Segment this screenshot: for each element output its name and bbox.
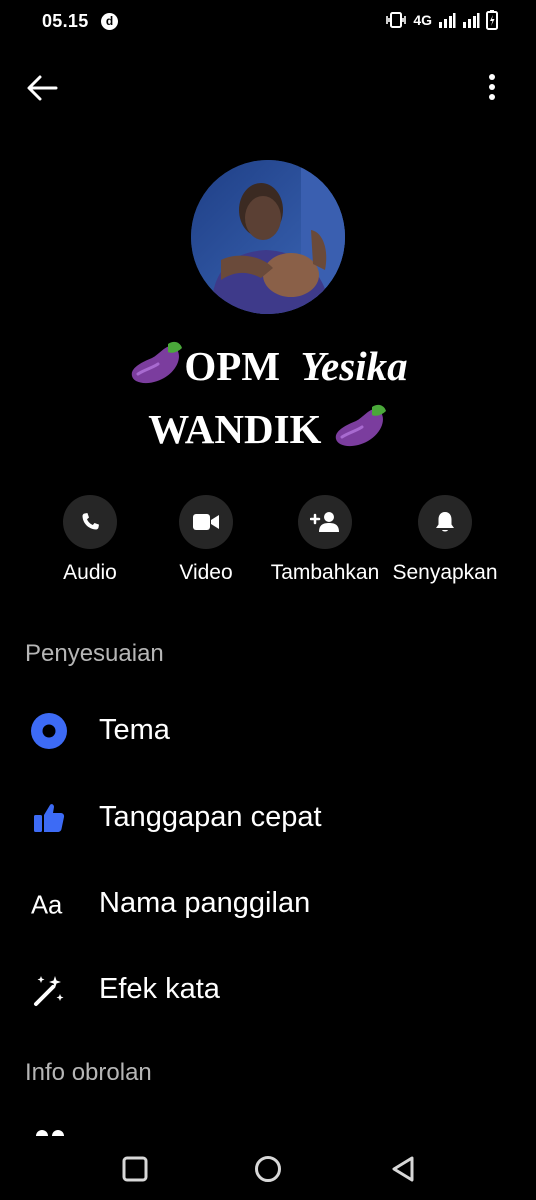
- video-camera-icon: [193, 514, 219, 530]
- video-label: Video: [179, 561, 233, 584]
- name-part-yesika: Yesika: [300, 343, 408, 389]
- menu-label-quick-reaction: Tanggapan cepat: [99, 801, 322, 833]
- triangle-back-icon: [392, 1156, 414, 1182]
- eggplant-emoji-icon: [128, 340, 184, 386]
- top-bar: [0, 58, 536, 118]
- svg-text:Aa: Aa: [31, 892, 63, 920]
- recent-apps-button[interactable]: [118, 1152, 152, 1186]
- back-button[interactable]: [24, 70, 64, 106]
- menu-item-theme[interactable]: Tema: [0, 698, 536, 762]
- add-people-circle[interactable]: [298, 495, 352, 549]
- section-title-chat-info: Info obrolan: [25, 1059, 152, 1086]
- add-people-button[interactable]: Tambahkan: [260, 495, 390, 585]
- video-call-button[interactable]: Video: [141, 495, 271, 585]
- video-call-circle[interactable]: [179, 495, 233, 549]
- battery-charging-icon: [486, 10, 498, 30]
- status-icons: 4G: [385, 10, 498, 30]
- back-nav-button[interactable]: [386, 1152, 420, 1186]
- status-time: 05.15: [42, 11, 89, 31]
- network-type-label: 4G: [413, 12, 432, 28]
- circle-icon: [255, 1156, 281, 1182]
- status-bar: 05.15 d 4G: [0, 0, 536, 44]
- app-notification-icon: d: [101, 13, 118, 30]
- audio-label: Audio: [63, 561, 117, 584]
- aa-text-icon: Aa: [30, 885, 68, 923]
- thumbs-up-icon: [30, 799, 68, 837]
- profile-name-line-1: OPM Yesika: [0, 340, 536, 390]
- profile-name-line-2: WANDIK: [0, 403, 536, 453]
- square-icon: [122, 1156, 148, 1182]
- back-arrow-icon: [27, 75, 58, 101]
- more-vertical-icon: [489, 74, 495, 100]
- signal-icon-1: [438, 12, 456, 28]
- menu-label-nicknames: Nama panggilan: [99, 887, 311, 919]
- signal-icon-2: [462, 12, 480, 28]
- add-people-label: Tambahkan: [270, 561, 380, 584]
- system-nav-bar: [0, 1138, 536, 1200]
- name-part-wandik: WANDIK: [148, 406, 322, 452]
- profile-avatar[interactable]: [191, 160, 345, 314]
- vibrate-icon: [385, 11, 407, 29]
- section-title-customization: Penyesuaian: [25, 640, 164, 667]
- add-person-icon: [310, 512, 339, 532]
- action-buttons: Audio Video Tambahkan Senyapkan: [0, 495, 536, 595]
- eggplant-emoji-icon: [332, 403, 388, 449]
- mute-button[interactable]: Senyapkan: [380, 495, 510, 585]
- audio-call-circle[interactable]: [63, 495, 117, 549]
- menu-item-quick-reaction[interactable]: Tanggapan cepat: [0, 785, 536, 849]
- menu-item-nicknames[interactable]: Aa Nama panggilan: [0, 871, 536, 935]
- more-options-button[interactable]: [486, 70, 498, 106]
- bell-icon: [436, 512, 454, 532]
- menu-label-word-effects: Efek kata: [99, 973, 220, 1005]
- mute-circle[interactable]: [418, 495, 472, 549]
- people-icon-partial: [32, 1126, 68, 1136]
- audio-call-button[interactable]: Audio: [25, 495, 155, 585]
- theme-dot-icon: [30, 712, 68, 750]
- home-button[interactable]: [251, 1152, 285, 1186]
- menu-label-theme: Tema: [99, 714, 170, 746]
- magic-wand-icon: [30, 971, 68, 1009]
- mute-label: Senyapkan: [392, 561, 498, 584]
- phone-icon: [82, 513, 99, 530]
- menu-item-word-effects[interactable]: Efek kata: [0, 957, 536, 1021]
- name-part-opm: OPM: [184, 343, 281, 389]
